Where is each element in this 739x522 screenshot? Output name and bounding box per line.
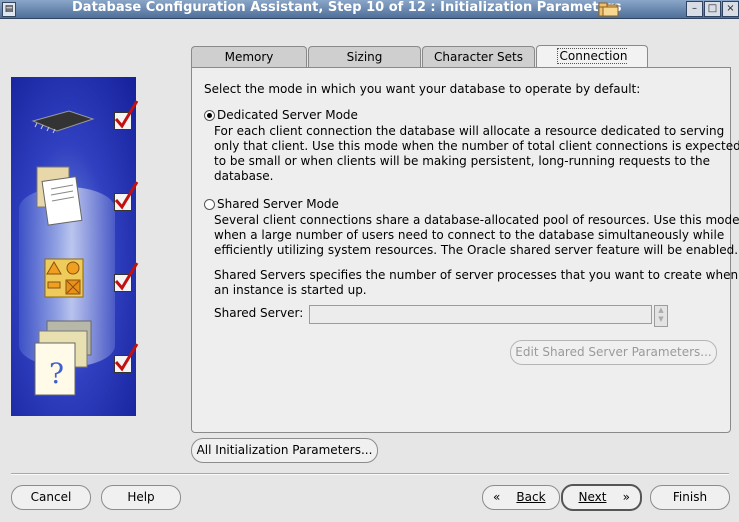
close-button[interactable]: × xyxy=(722,1,739,17)
dedicated-desc-line: to be small or when clients will be maki… xyxy=(214,154,710,168)
window-title: Database Configuration Assistant, Step 1… xyxy=(72,0,622,15)
tab-character-sets[interactable]: Character Sets xyxy=(422,46,535,68)
documents-icon xyxy=(36,166,83,226)
checkbox-character-sets-icon xyxy=(114,262,139,292)
svg-text:?: ? xyxy=(49,357,64,390)
footer-separator xyxy=(11,473,729,475)
all-initialization-parameters-button[interactable]: All Initialization Parameters... xyxy=(191,438,378,463)
tab-memory-label: Memory xyxy=(224,50,274,64)
chevron-left-icon: « xyxy=(493,490,501,504)
connection-mode-panel: Select the mode in which you want your d… xyxy=(191,67,739,433)
shared-server-radio[interactable] xyxy=(204,199,215,210)
memory-chip-icon xyxy=(31,110,95,134)
shared-desc-line: efficiently utilizing system resources. … xyxy=(214,243,739,257)
tab-sizing-label: Sizing xyxy=(346,50,383,64)
app-icon[interactable]: ▤ xyxy=(2,2,16,17)
folders-help-icon: ? xyxy=(34,320,92,396)
tab-sizing[interactable]: Sizing xyxy=(308,46,421,68)
intro-text: Select the mode in which you want your d… xyxy=(204,82,641,96)
shared-server-spinner[interactable]: ▲ ▼ xyxy=(654,305,668,327)
dedicated-desc-line: For each client connection the database … xyxy=(214,124,725,138)
tab-character-sets-label: Character Sets xyxy=(433,50,523,64)
next-button[interactable]: Next » xyxy=(561,484,642,511)
shared-servers-note-line: Shared Servers specifies the number of s… xyxy=(214,268,739,282)
tab-connection-mode[interactable]: Connection Mode xyxy=(536,45,648,85)
maximize-button[interactable]: □ xyxy=(704,1,721,17)
checkbox-connection-mode-icon xyxy=(114,343,139,373)
checkbox-sizing-icon xyxy=(114,181,139,211)
next-button-label: Next xyxy=(578,490,607,504)
dedicated-server-label[interactable]: Dedicated Server Mode xyxy=(217,108,358,123)
shared-server-label[interactable]: Shared Server Mode xyxy=(217,197,339,212)
back-button[interactable]: « Back xyxy=(482,485,560,510)
dedicated-desc-line: database. xyxy=(214,169,274,183)
chevron-right-icon: » xyxy=(622,490,630,504)
spinner-up-icon[interactable]: ▲ xyxy=(655,306,667,315)
back-button-label: Back xyxy=(516,490,546,504)
title-bar: ▤ Database Configuration Assistant, Step… xyxy=(0,0,739,19)
cancel-button[interactable]: Cancel xyxy=(11,485,91,510)
shared-desc-line: Several client connections share a datab… xyxy=(214,213,739,227)
dedicated-server-radio[interactable] xyxy=(204,110,215,121)
minimize-button[interactable]: – xyxy=(686,1,703,17)
wizard-side-graphic: ? xyxy=(11,77,139,416)
shared-desc-line: when a large number of users need to con… xyxy=(214,228,725,242)
folder-icon xyxy=(598,2,619,17)
shared-servers-note-line: an instance is started up. xyxy=(214,283,367,297)
edit-shared-server-parameters-button[interactable]: Edit Shared Server Parameters... xyxy=(510,340,717,365)
tab-memory[interactable]: Memory xyxy=(191,46,307,68)
shapes-icon xyxy=(44,258,84,298)
help-button[interactable]: Help xyxy=(101,485,181,510)
shared-server-input[interactable] xyxy=(309,305,652,324)
checkbox-memory-icon xyxy=(114,100,139,130)
dedicated-desc-line: only that client. Use this mode when the… xyxy=(214,139,739,153)
finish-button[interactable]: Finish xyxy=(650,485,730,510)
shared-server-field-label: Shared Server: xyxy=(214,306,304,320)
spinner-down-icon[interactable]: ▼ xyxy=(655,315,667,324)
